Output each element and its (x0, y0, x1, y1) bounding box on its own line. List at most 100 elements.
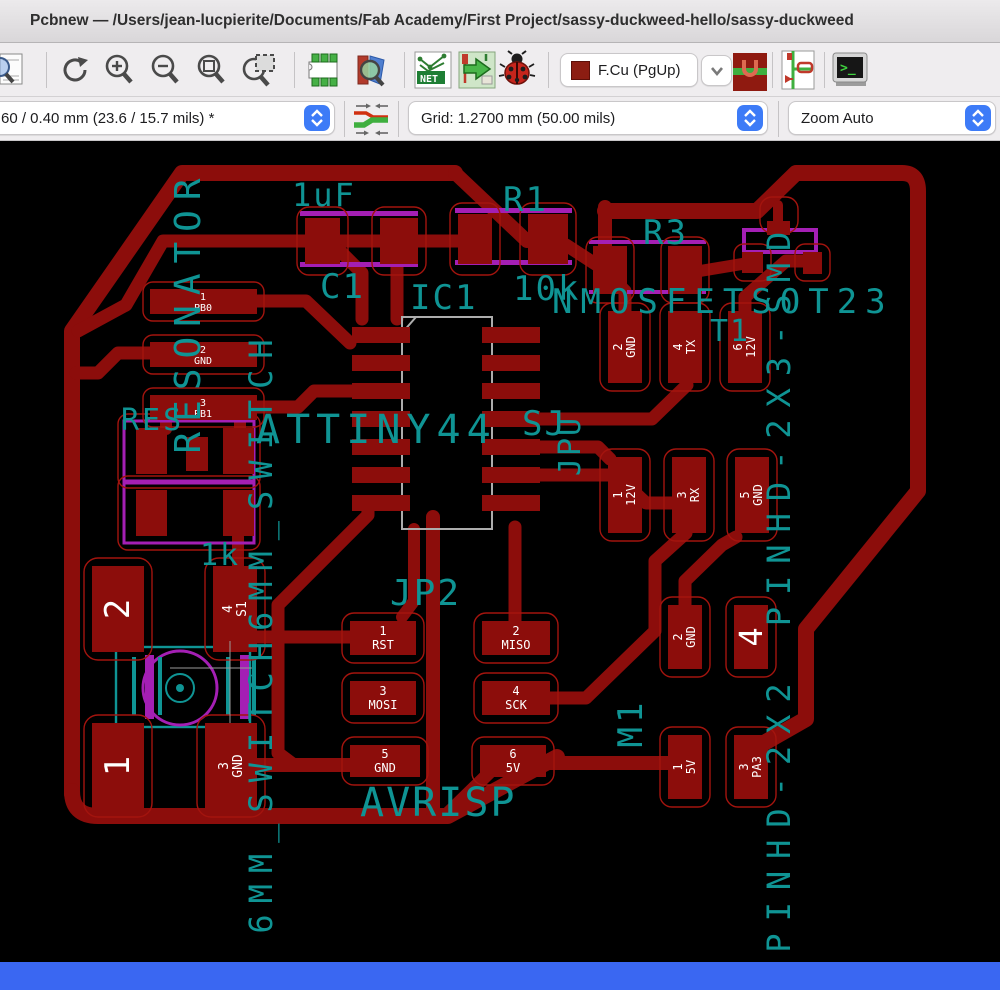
separator (824, 52, 825, 88)
pad-c1-1 (305, 218, 340, 264)
pad-name: MISO (502, 638, 531, 652)
layer-pair-toggle-icon[interactable] (730, 52, 770, 92)
load-netlist-icon[interactable]: NET (412, 50, 452, 90)
zoom-to-selection-icon[interactable] (240, 50, 280, 90)
stepper-icon (304, 105, 330, 131)
pad-jp2-1: 1 RST (350, 621, 416, 655)
pad-jp2-3: 3 MOSI (350, 681, 416, 715)
update-pcb-from-schematic-icon[interactable] (456, 50, 496, 90)
pad-ftdi-1: 1 12V (608, 457, 642, 533)
track-width-selector[interactable]: 60 / 0.40 mm (23.6 / 15.7 mils) * (0, 101, 335, 135)
silk-ic1[interactable]: IC1 (410, 278, 477, 318)
separator (778, 101, 779, 137)
pad-name: SCK (505, 698, 527, 712)
pcb-drawing: 1 PB0 2 GND 3 PB1 2 GND 4 TX 6 12V 1 12V… (64, 165, 926, 953)
layer-color-swatch (571, 60, 590, 80)
zoom-fit-icon[interactable] (192, 50, 232, 90)
pad-name: TX (684, 339, 698, 354)
silk-m1[interactable]: M1 (611, 699, 651, 748)
pad-t1-2 (803, 252, 822, 274)
zoom-value: Zoom Auto (801, 109, 874, 127)
pcb-canvas[interactable]: 1 PB0 2 GND 3 PB1 2 GND 4 TX 6 12V 1 12V… (0, 141, 1000, 962)
pad-name: RX (688, 487, 702, 502)
pad-name: 5V (684, 760, 698, 774)
silk-res[interactable]: RES (121, 403, 184, 438)
pad-name: GND (624, 336, 638, 358)
pad-number: 6 (509, 747, 516, 761)
pad-number: 3 (675, 491, 689, 498)
pad-name: RST (372, 638, 394, 652)
zoom-in-icon[interactable] (100, 50, 140, 90)
main-toolbar: NET F.Cu (PgUp) >_ (0, 43, 1000, 97)
redraw-view-icon[interactable] (56, 50, 96, 90)
pad-jp2-6: 6 5V (480, 745, 546, 777)
silk-t1[interactable]: T1 (710, 314, 750, 349)
pad-number: 3 (737, 763, 751, 770)
track-width-auto-icon[interactable] (350, 99, 390, 139)
options-toolbar: 60 / 0.40 mm (23.6 / 15.7 mils) * Grid: … (0, 97, 1000, 141)
net-badge: NET (420, 74, 438, 85)
window-title: Pcbnew — /Users/jean-lucpierite/Document… (30, 12, 854, 29)
silk-pinhd-2x2[interactable]: PINHD-2X2 (760, 671, 798, 952)
chevron-down-icon (710, 66, 723, 76)
silk-1k[interactable]: 1k (200, 538, 240, 573)
pad-ftdi-3: 3 RX (672, 457, 706, 533)
footprint-mode-icon[interactable] (778, 50, 818, 90)
python-console-icon[interactable]: >_ (830, 50, 870, 90)
footprint-editor-icon[interactable] (302, 50, 342, 90)
pad-c1-2 (380, 218, 418, 264)
pad-1k-1 (136, 490, 167, 536)
pad-number: 5 (738, 491, 752, 498)
pad-name: 12V (624, 484, 638, 506)
pad-number: 4 (512, 684, 519, 698)
page-zoom-preview-icon[interactable] (0, 50, 26, 90)
layer-dropdown-button[interactable] (701, 55, 732, 86)
stepper-icon (965, 105, 991, 131)
pad-number: 4 (221, 605, 236, 613)
pad-number: 2 (671, 633, 685, 640)
separator (294, 52, 295, 88)
grid-selector[interactable]: Grid: 1.2700 mm (50.00 mils) (408, 101, 768, 135)
pad-name: MOSI (369, 698, 398, 712)
pad-number: 2 (98, 599, 138, 619)
separator (46, 52, 47, 88)
layer-selector-value: F.Cu (PgUp) (598, 61, 681, 79)
silkscreen-labels[interactable]: RESONATOR RES 1uF C1 IC1 R1 10k R3 NMOSF… (121, 168, 894, 952)
zoom-selector[interactable]: Zoom Auto (788, 101, 996, 135)
silk-pinhd-2x3-smd[interactable]: PINHD-2X3-SMD (760, 220, 798, 626)
silk-attiny44[interactable]: ATTINY44 (256, 407, 497, 453)
pad-number: 2 (512, 624, 519, 638)
pad-number: 1 (379, 624, 386, 638)
silk-avrisp[interactable]: AVRISP (360, 780, 517, 826)
pad-name: GND (684, 626, 698, 648)
pad-number: 3 (217, 762, 232, 770)
silk-jp2[interactable]: JP2 (390, 573, 461, 614)
silk-c1[interactable]: C1 (320, 267, 365, 307)
silk-c1-value[interactable]: 1uF (292, 176, 356, 214)
pad-jp2-2: 2 MISO (482, 621, 550, 655)
silk-r1[interactable]: R1 (503, 180, 548, 220)
pad-r1-1 (458, 214, 492, 264)
silk-jpu[interactable]: JPU (553, 416, 588, 476)
separator (548, 52, 549, 88)
separator (772, 52, 773, 88)
pad-number: 3 (379, 684, 386, 698)
svg-text:>_: >_ (840, 61, 856, 76)
zoom-out-icon[interactable] (146, 50, 186, 90)
separator (398, 101, 399, 137)
silk-6mm-switch[interactable]: 6MM_SWITCH6MM_SWITCH (242, 328, 280, 933)
track-width-value: 60 / 0.40 mm (23.6 / 15.7 mils) * (1, 109, 215, 127)
drc-ladybug-icon[interactable] (496, 50, 536, 90)
pcbnew-window: Pcbnew — /Users/jean-lucpierite/Document… (0, 0, 1000, 990)
layer-selector[interactable]: F.Cu (PgUp) (560, 53, 698, 87)
footprint-viewer-icon[interactable] (350, 50, 390, 90)
desktop-strip (0, 962, 1000, 990)
silk-r3[interactable]: R3 (643, 213, 688, 253)
pad-number: 2 (611, 343, 625, 350)
pad-number: 1 (98, 756, 138, 776)
pad-name: 5V (506, 761, 520, 775)
pad-m1-2: 2 GND (668, 605, 702, 669)
pad-jp2-4: 4 SCK (482, 681, 550, 715)
stepper-icon (737, 105, 763, 131)
pad-s1-2: 2 (92, 566, 144, 652)
